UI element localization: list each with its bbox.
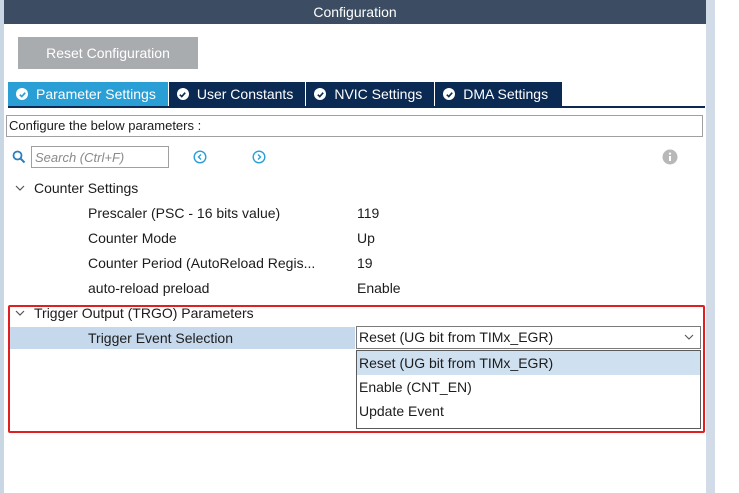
info-icon[interactable]: [662, 149, 678, 165]
right-panel-edge: [706, 0, 715, 493]
check-circle-icon: [314, 88, 327, 100]
param-value: Up: [357, 230, 375, 246]
tab-dma-settings[interactable]: DMA Settings: [435, 82, 564, 106]
param-name: Prescaler (PSC - 16 bits value): [88, 205, 281, 221]
check-circle-icon: [443, 88, 456, 100]
tab-parameter-settings[interactable]: Parameter Settings: [8, 82, 169, 106]
settings-tabs: Parameter Settings User Constants NVIC S…: [8, 82, 564, 106]
circle-chevron-right-icon[interactable]: [252, 150, 266, 164]
param-row-prescaler[interactable]: Prescaler (PSC - 16 bits value) 119: [0, 202, 706, 224]
param-value: Enable: [357, 280, 401, 296]
param-name: Counter Period (AutoReload Regis...: [88, 255, 316, 271]
tab-label: DMA Settings: [463, 86, 549, 102]
group-label: Counter Settings: [34, 180, 139, 196]
check-circle-icon: [176, 88, 189, 100]
panel-title: Configuration: [4, 0, 706, 24]
highlight-box: [8, 305, 705, 433]
param-row-counter-period[interactable]: Counter Period (AutoReload Regis... 19: [0, 252, 706, 274]
param-row-counter-mode[interactable]: Counter Mode Up: [0, 227, 706, 249]
param-value: 19: [357, 255, 373, 271]
tab-label: NVIC Settings: [334, 86, 423, 102]
param-value: 119: [357, 205, 380, 221]
param-row-auto-reload-preload[interactable]: auto-reload preload Enable: [0, 277, 706, 299]
group-counter-settings[interactable]: Counter Settings: [14, 177, 138, 199]
tab-underline: [8, 106, 705, 108]
search-icon: [12, 150, 26, 164]
description-label: Configure the below parameters :: [6, 115, 703, 137]
check-circle-icon: [16, 88, 28, 100]
tab-user-constants[interactable]: User Constants: [168, 82, 307, 106]
search-input[interactable]: [31, 146, 169, 168]
param-name: Counter Mode: [88, 230, 177, 246]
tab-label: Parameter Settings: [36, 86, 156, 102]
tab-nvic-settings[interactable]: NVIC Settings: [306, 82, 436, 106]
tab-label: User Constants: [196, 86, 294, 102]
reset-configuration-button[interactable]: Reset Configuration: [18, 37, 198, 69]
param-name: auto-reload preload: [88, 280, 210, 296]
circle-chevron-left-icon[interactable]: [193, 150, 207, 164]
chevron-down-icon: [15, 185, 25, 191]
